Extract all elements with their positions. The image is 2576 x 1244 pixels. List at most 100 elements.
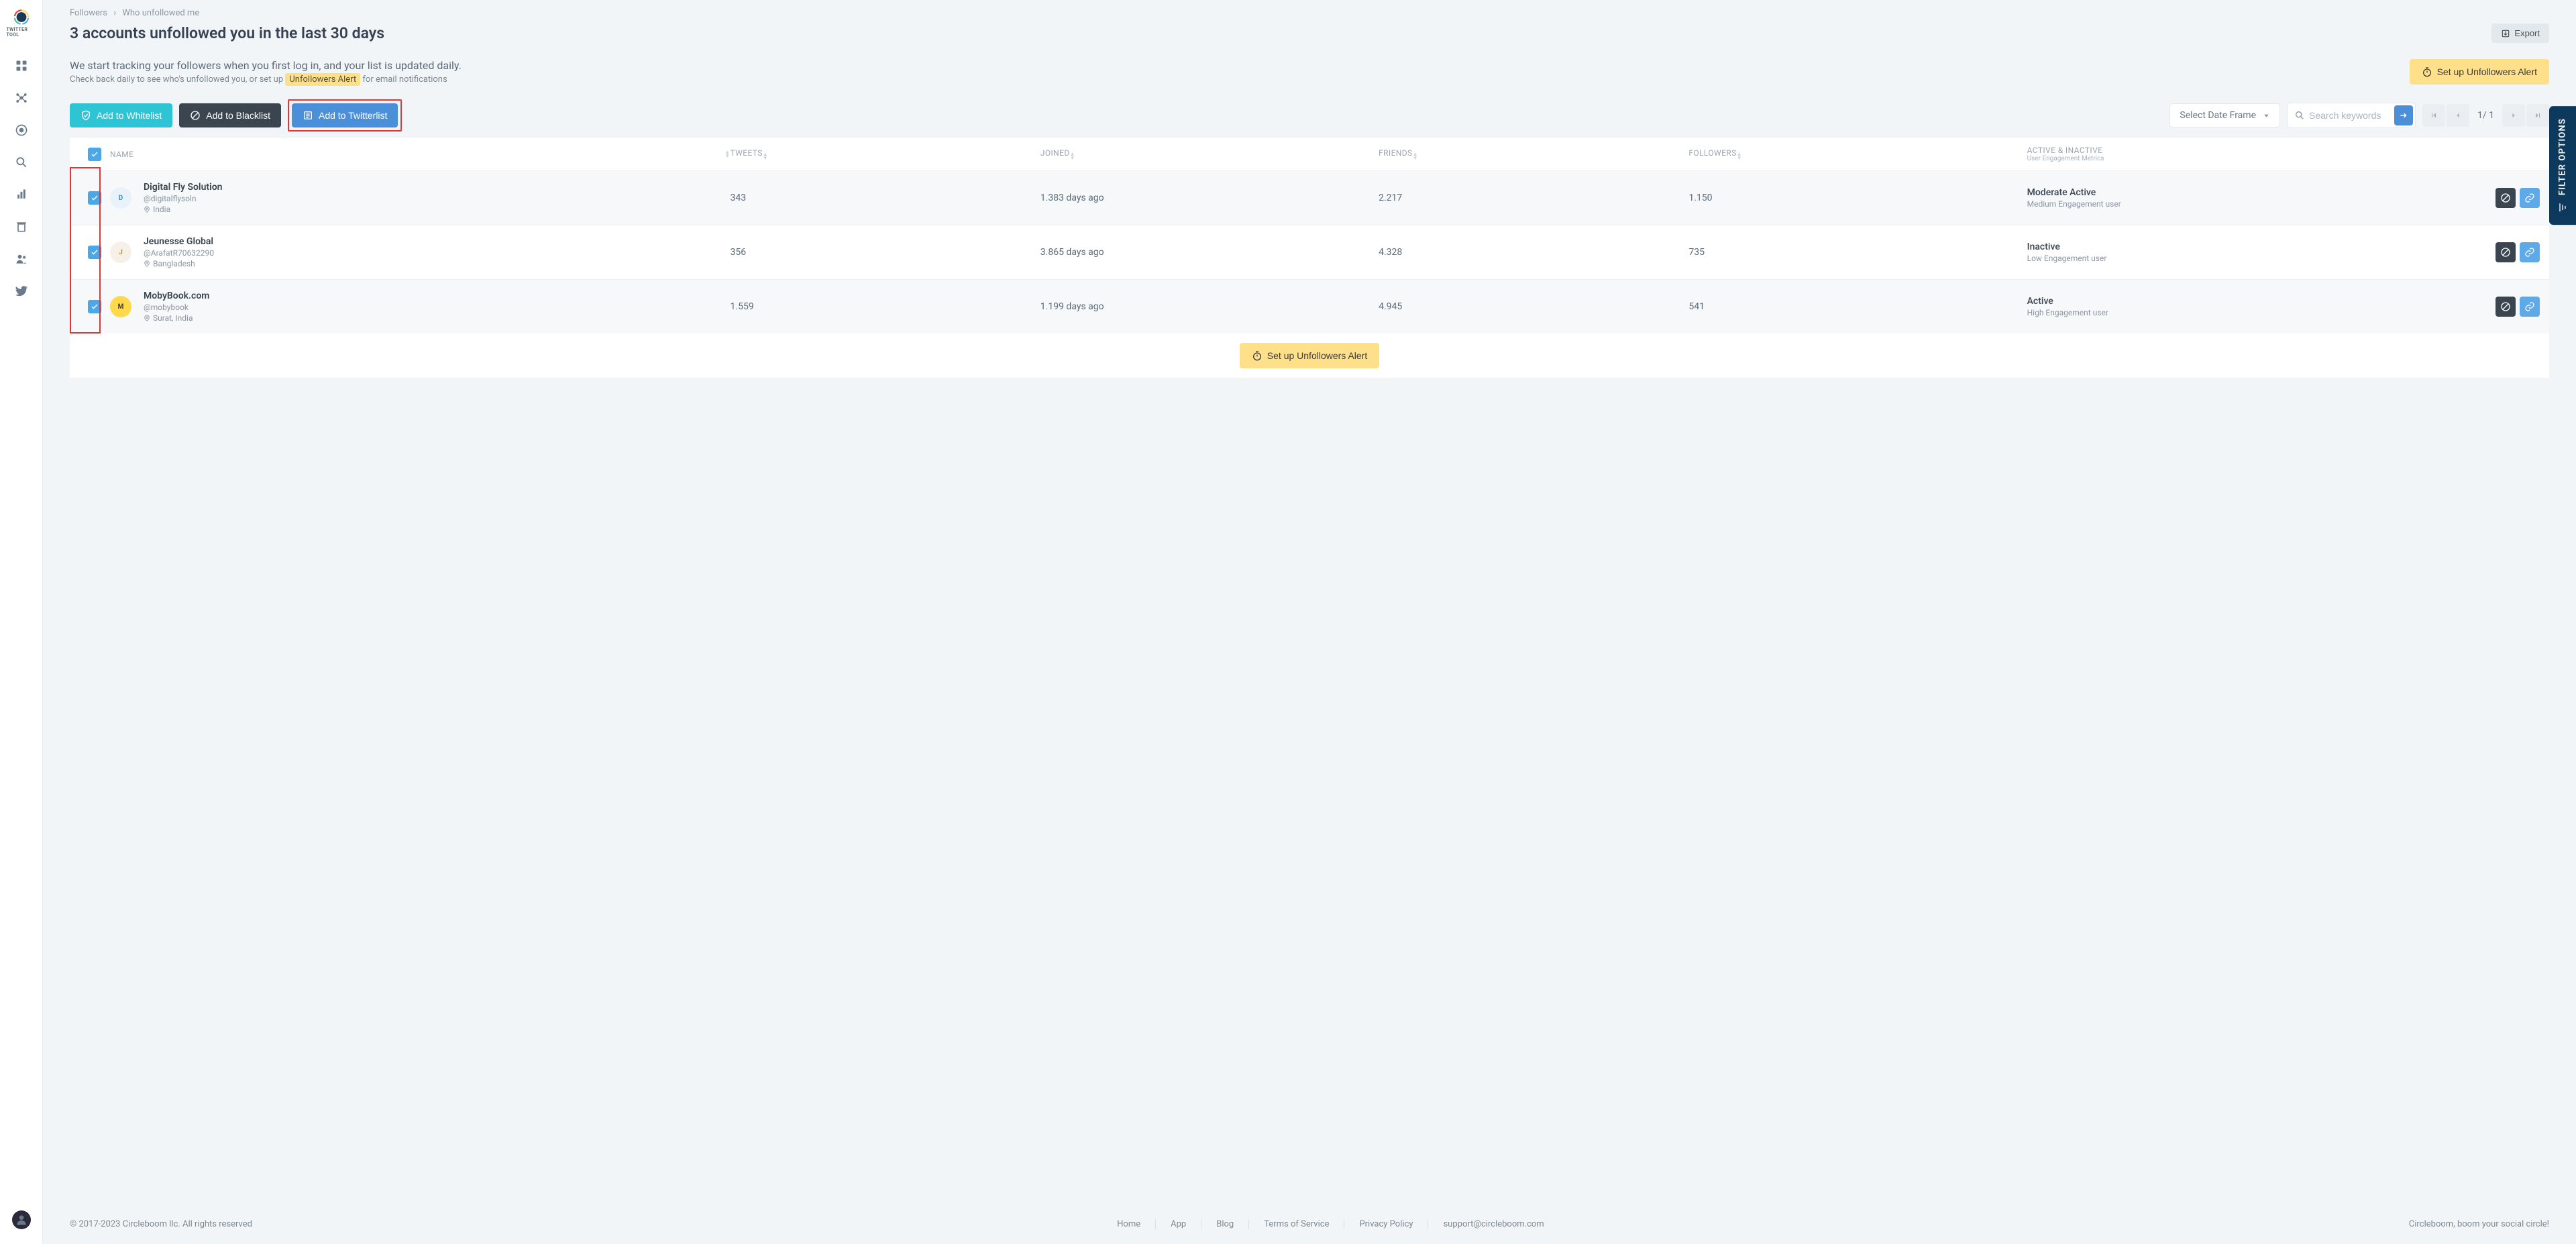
search-input[interactable] — [2305, 104, 2392, 127]
main-content: Followers › Who unfollowed me 3 accounts… — [43, 0, 2576, 1244]
table-row: M MobyBook.com @mobybook Surat, India 1.… — [70, 279, 2549, 333]
activity-sub: Low Engagement user — [2027, 254, 2478, 263]
user-handle: @digitalflysoln — [144, 194, 222, 203]
sort-icon[interactable]: ▲▼ — [1070, 152, 1075, 160]
check-icon — [91, 303, 99, 311]
results-table: NAME▲▼ TWEETS▲▼ JOINED▲▼ FRIENDS▲▼ FOLLO… — [70, 137, 2549, 378]
shield-icon — [80, 110, 91, 121]
sort-icon[interactable]: ▲▼ — [763, 152, 768, 160]
user-location: India — [144, 205, 222, 214]
user-avatar-icon — [12, 1210, 31, 1229]
chevron-right-icon: › — [113, 8, 116, 18]
add-blacklist-button[interactable]: Add to Blacklist — [179, 103, 281, 127]
user-name[interactable]: Jeunesse Global — [144, 236, 214, 247]
blacklist-row-button[interactable] — [2496, 297, 2516, 317]
activity-status: Active — [2027, 296, 2478, 307]
search-submit-button[interactable] — [2394, 105, 2413, 125]
page-info: 1/ 1 — [2471, 110, 2501, 121]
setup-alert-button-bottom[interactable]: Set up Unfollowers Alert — [1240, 343, 1379, 368]
cell-followers: 541 — [1688, 301, 2027, 312]
sort-icon[interactable]: ▲▼ — [1737, 152, 1742, 160]
user-avatar: J — [110, 242, 131, 263]
footer-link-home[interactable]: Home — [1117, 1219, 1156, 1229]
visit-row-button[interactable] — [2520, 297, 2540, 317]
footer-tagline: Circleboom, boom your social circle! — [2409, 1219, 2549, 1229]
nav-dashboard[interactable] — [7, 51, 36, 81]
nav-search[interactable] — [7, 148, 36, 177]
filter-options-tab[interactable]: FILTER OPTIONS — [2549, 106, 2576, 225]
date-frame-select[interactable]: Select Date Frame — [2169, 103, 2280, 127]
visit-row-button[interactable] — [2520, 242, 2540, 262]
check-icon — [91, 194, 99, 202]
add-whitelist-button[interactable]: Add to Whitelist — [70, 103, 172, 127]
nav-analytics[interactable] — [7, 180, 36, 209]
cell-friends: 2.217 — [1379, 193, 1688, 203]
cell-joined: 1.199 days ago — [1040, 301, 1379, 312]
add-twitterlist-button[interactable]: Add to Twitterlist — [292, 103, 398, 127]
nav-users[interactable] — [7, 244, 36, 274]
search-icon — [2294, 110, 2305, 121]
intro-line1: We start tracking your followers when yo… — [70, 59, 462, 72]
nav-circle[interactable] — [7, 115, 36, 145]
user-location: Bangladesh — [144, 259, 214, 268]
last-page-icon — [2534, 111, 2542, 119]
cell-friends: 4.945 — [1379, 301, 1688, 312]
app-name: TWITTER TOOL — [7, 27, 36, 38]
footer-link-support[interactable]: support@circleboom.com — [1443, 1219, 1544, 1229]
activity-status: Moderate Active — [2027, 187, 2478, 198]
location-icon — [144, 206, 150, 213]
user-name[interactable]: Digital Fly Solution — [144, 182, 222, 193]
row-checkbox[interactable] — [88, 300, 101, 313]
ban-icon — [2500, 247, 2511, 258]
page-first-button[interactable] — [2422, 104, 2445, 127]
table-row: D Digital Fly Solution @digitalflysoln I… — [70, 170, 2549, 225]
footer-link-app[interactable]: App — [1171, 1219, 1201, 1229]
footer-link-privacy[interactable]: Privacy Policy — [1359, 1219, 1428, 1229]
unfollowers-alert-highlight[interactable]: Unfollowers Alert — [285, 73, 360, 86]
app-logo[interactable]: TWITTER TOOL — [7, 8, 36, 38]
chevron-down-icon — [2263, 112, 2270, 119]
page-prev-button[interactable] — [2447, 104, 2469, 127]
breadcrumb: Followers › Who unfollowed me — [70, 8, 2549, 18]
breadcrumb-current: Who unfollowed me — [122, 8, 199, 18]
select-all-checkbox[interactable] — [88, 148, 101, 161]
page-next-button[interactable] — [2502, 104, 2525, 127]
breadcrumb-root[interactable]: Followers — [70, 8, 107, 18]
row-checkbox[interactable] — [88, 246, 101, 259]
stopwatch-icon — [1252, 350, 1263, 361]
grid-icon — [15, 59, 28, 72]
row-checkbox[interactable] — [88, 191, 101, 205]
sort-icon[interactable]: ▲▼ — [1413, 152, 1418, 160]
list-icon — [303, 110, 313, 121]
blacklist-row-button[interactable] — [2496, 242, 2516, 262]
page-last-button[interactable] — [2526, 104, 2549, 127]
nav-twitter[interactable] — [7, 276, 36, 306]
target-icon — [15, 123, 28, 137]
bird-logo-icon — [11, 8, 32, 26]
nav-trash[interactable] — [7, 212, 36, 242]
location-icon — [144, 315, 150, 321]
users-icon — [15, 252, 28, 266]
highlight-box-twitterlist: Add to Twitterlist — [288, 99, 402, 132]
export-button[interactable]: Export — [2491, 23, 2549, 43]
user-handle: @mobybook — [144, 303, 209, 312]
nav-avatar[interactable] — [7, 1205, 36, 1235]
user-avatar: D — [110, 187, 131, 209]
twitter-icon — [15, 284, 28, 298]
footer-link-tos[interactable]: Terms of Service — [1264, 1219, 1344, 1229]
cell-tweets: 343 — [731, 193, 1040, 203]
blacklist-row-button[interactable] — [2496, 188, 2516, 208]
user-name[interactable]: MobyBook.com — [144, 291, 209, 301]
page-title: 3 accounts unfollowed you in the last 30… — [70, 24, 384, 42]
search-icon — [15, 156, 28, 169]
setup-alert-button-top[interactable]: Set up Unfollowers Alert — [2410, 59, 2549, 85]
activity-sub: Medium Engagement user — [2027, 199, 2478, 209]
cell-friends: 4.328 — [1379, 247, 1688, 258]
footer-link-blog[interactable]: Blog — [1216, 1219, 1249, 1229]
ban-icon — [190, 110, 201, 121]
visit-row-button[interactable] — [2520, 188, 2540, 208]
nav-network[interactable] — [7, 83, 36, 113]
table-row: J Jeunesse Global @ArafatR70632290 Bangl… — [70, 225, 2549, 279]
cell-followers: 735 — [1688, 247, 2027, 258]
sort-icon[interactable]: ▲▼ — [724, 150, 730, 158]
